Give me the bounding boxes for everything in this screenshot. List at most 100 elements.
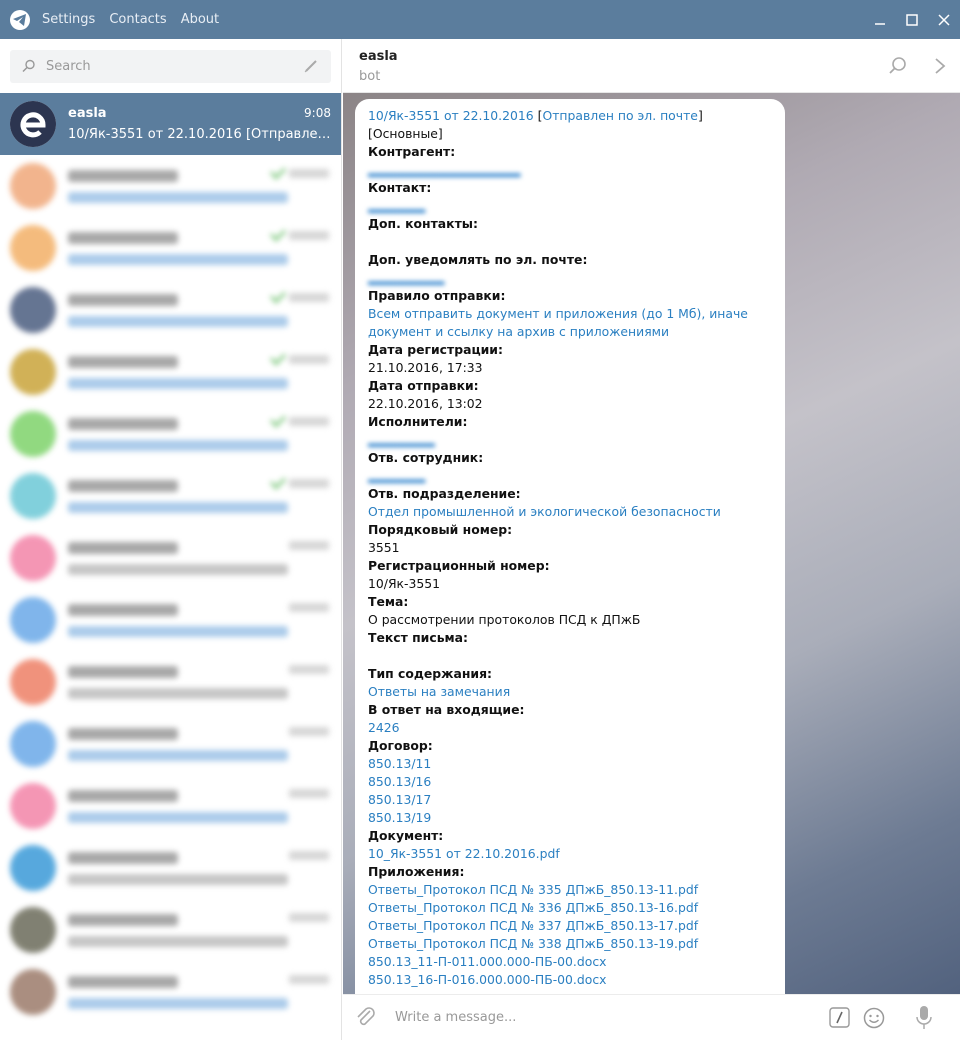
menu-settings[interactable]: Settings	[42, 12, 95, 27]
notify-value-redacted[interactable]: ▂▂▂▂▂▂▂▂	[368, 269, 772, 287]
chat-item[interactable]	[0, 155, 341, 217]
contract-label: Договор:	[368, 738, 433, 753]
attachment-link[interactable]: Ответы_Протокол ПСД № 338 ДПжБ_850.13-19…	[368, 935, 772, 953]
reg-date-value: 21.10.2016, 17:33	[368, 360, 483, 375]
compose-new-icon[interactable]	[303, 58, 319, 74]
chat-preview-redacted	[68, 873, 288, 885]
chat-item[interactable]	[0, 341, 341, 403]
avatar	[10, 163, 56, 209]
chat-item[interactable]	[0, 713, 341, 775]
search-input[interactable]: Search	[10, 49, 331, 83]
responsible-value-redacted[interactable]: ▂▂▂▂▂▂	[368, 467, 772, 485]
message-status-link[interactable]: Отправлен по эл. почте	[542, 108, 697, 123]
rule-value-line-1[interactable]: Всем отправить документ и приложения (до…	[368, 305, 772, 323]
contract-link[interactable]: 850.13/19	[368, 809, 772, 827]
avatar	[10, 783, 56, 829]
close-button[interactable]	[928, 0, 960, 39]
chat-item[interactable]	[0, 217, 341, 279]
subject-value: О рассмотрении протоколов ПСД к ДПжБ	[368, 612, 641, 627]
chat-preview-redacted	[68, 191, 288, 203]
peer-status: bot	[359, 69, 381, 84]
chevron-right-icon[interactable]	[933, 56, 947, 76]
emoji-icon[interactable]	[862, 1006, 886, 1030]
search-icon	[22, 59, 35, 73]
chat-time-redacted	[289, 975, 329, 984]
search-icon[interactable]	[888, 56, 908, 76]
chat-preview-redacted	[68, 811, 288, 823]
telegram-logo-icon	[10, 9, 30, 30]
avatar	[10, 411, 56, 457]
chat-name-redacted	[68, 541, 178, 554]
chat-preview-redacted	[68, 935, 288, 947]
menu-about[interactable]: About	[181, 12, 219, 27]
extra-contacts-label: Доп. контакты:	[368, 216, 478, 231]
rule-value-line-2[interactable]: документ и ссылку на архив с приложениям…	[368, 323, 772, 341]
minimize-button[interactable]	[864, 0, 896, 39]
chat-name-redacted	[68, 851, 178, 864]
chat-item[interactable]	[0, 527, 341, 589]
chat-item[interactable]	[0, 651, 341, 713]
message-doc-link[interactable]: 10/Як-3551 от 22.10.2016	[368, 108, 534, 123]
chat-item[interactable]	[0, 837, 341, 899]
contact-value-redacted[interactable]: ▂▂▂▂▂▂	[368, 197, 772, 215]
executors-value-redacted[interactable]: ▂▂▂▂▂▂▂	[368, 431, 772, 449]
menu-contacts[interactable]: Contacts	[109, 12, 166, 27]
department-value[interactable]: Отдел промышленной и экологической безоп…	[368, 503, 772, 521]
maximize-button[interactable]	[896, 0, 928, 39]
search-bar: Search	[0, 39, 341, 93]
document-link[interactable]: 10_Як-3551 от 22.10.2016.pdf	[368, 845, 772, 863]
chat-item[interactable]	[0, 899, 341, 961]
chat-name-redacted	[68, 789, 178, 802]
department-label: Отв. подразделение:	[368, 486, 521, 501]
avatar	[10, 225, 56, 271]
content-type-value[interactable]: Ответы на замечания	[368, 683, 772, 701]
content-type-label: Тип содержания:	[368, 666, 492, 681]
chat-item[interactable]	[0, 589, 341, 651]
contract-link[interactable]: 850.13/11	[368, 755, 772, 773]
chat-time-redacted	[289, 603, 329, 612]
contract-link[interactable]: 850.13/16	[368, 773, 772, 791]
body-label: Текст письма:	[368, 630, 468, 645]
chat-name-redacted	[68, 355, 178, 368]
avatar	[10, 907, 56, 953]
chat-item[interactable]	[0, 465, 341, 527]
search-placeholder: Search	[46, 58, 91, 74]
section-title: [Основные]	[368, 126, 443, 141]
contract-link[interactable]: 850.13/17	[368, 791, 772, 809]
reply-value[interactable]: 2426	[368, 719, 772, 737]
contragent-label: Контрагент:	[368, 144, 456, 159]
chat-item-easla[interactable]: easla 9:08 10/Як-3551 от 22.10.2016 [Отп…	[0, 93, 341, 155]
chat-time-redacted	[289, 913, 329, 922]
attachment-link[interactable]: Ответы_Протокол ПСД № 335 ДПжБ_850.13-11…	[368, 881, 772, 899]
bracket-close: ]	[697, 108, 703, 123]
chat-preview-redacted	[68, 749, 288, 761]
attach-icon[interactable]	[355, 1006, 377, 1030]
chat-item[interactable]	[0, 775, 341, 837]
microphone-icon[interactable]	[915, 1005, 933, 1031]
contragent-value-redacted[interactable]: ▂▂▂▂▂▂▂▂▂▂▂▂▂▂▂▂	[368, 161, 772, 179]
reply-label: В ответ на входящие:	[368, 702, 525, 717]
attachment-link[interactable]: Ответы_Протокол ПСД № 337 ДПжБ_850.13-17…	[368, 917, 772, 935]
regnum-label: Регистрационный номер:	[368, 558, 550, 573]
attachment-link[interactable]: 850.13_11-П-011.000.000-ПБ-00.docx	[368, 953, 772, 971]
peer-name[interactable]: easla	[359, 49, 398, 64]
message-input[interactable]: Write a message...	[395, 1010, 516, 1025]
attachment-link[interactable]: Ответы_Протокол ПСД № 336 ДПжБ_850.13-16…	[368, 899, 772, 917]
chat-name-redacted	[68, 293, 178, 306]
chat-item[interactable]	[0, 403, 341, 465]
chat-list	[0, 155, 341, 1023]
avatar	[10, 969, 56, 1015]
chat-item[interactable]	[0, 961, 341, 1023]
attachment-link[interactable]: 850.13_16-П-016.000.000-ПБ-00.docx	[368, 971, 772, 989]
send-date-value: 22.10.2016, 13:02	[368, 396, 483, 411]
reg-date-label: Дата регистрации:	[368, 342, 503, 357]
chat-time: 9:08	[304, 106, 331, 120]
easla-logo-icon	[10, 101, 56, 147]
seq-value: 3551	[368, 540, 400, 555]
chat-preview-redacted	[68, 253, 288, 265]
avatar	[10, 845, 56, 891]
avatar	[10, 101, 56, 147]
title-bar: Settings Contacts About	[0, 0, 960, 39]
bot-commands-icon[interactable]	[829, 1007, 851, 1029]
chat-item[interactable]	[0, 279, 341, 341]
